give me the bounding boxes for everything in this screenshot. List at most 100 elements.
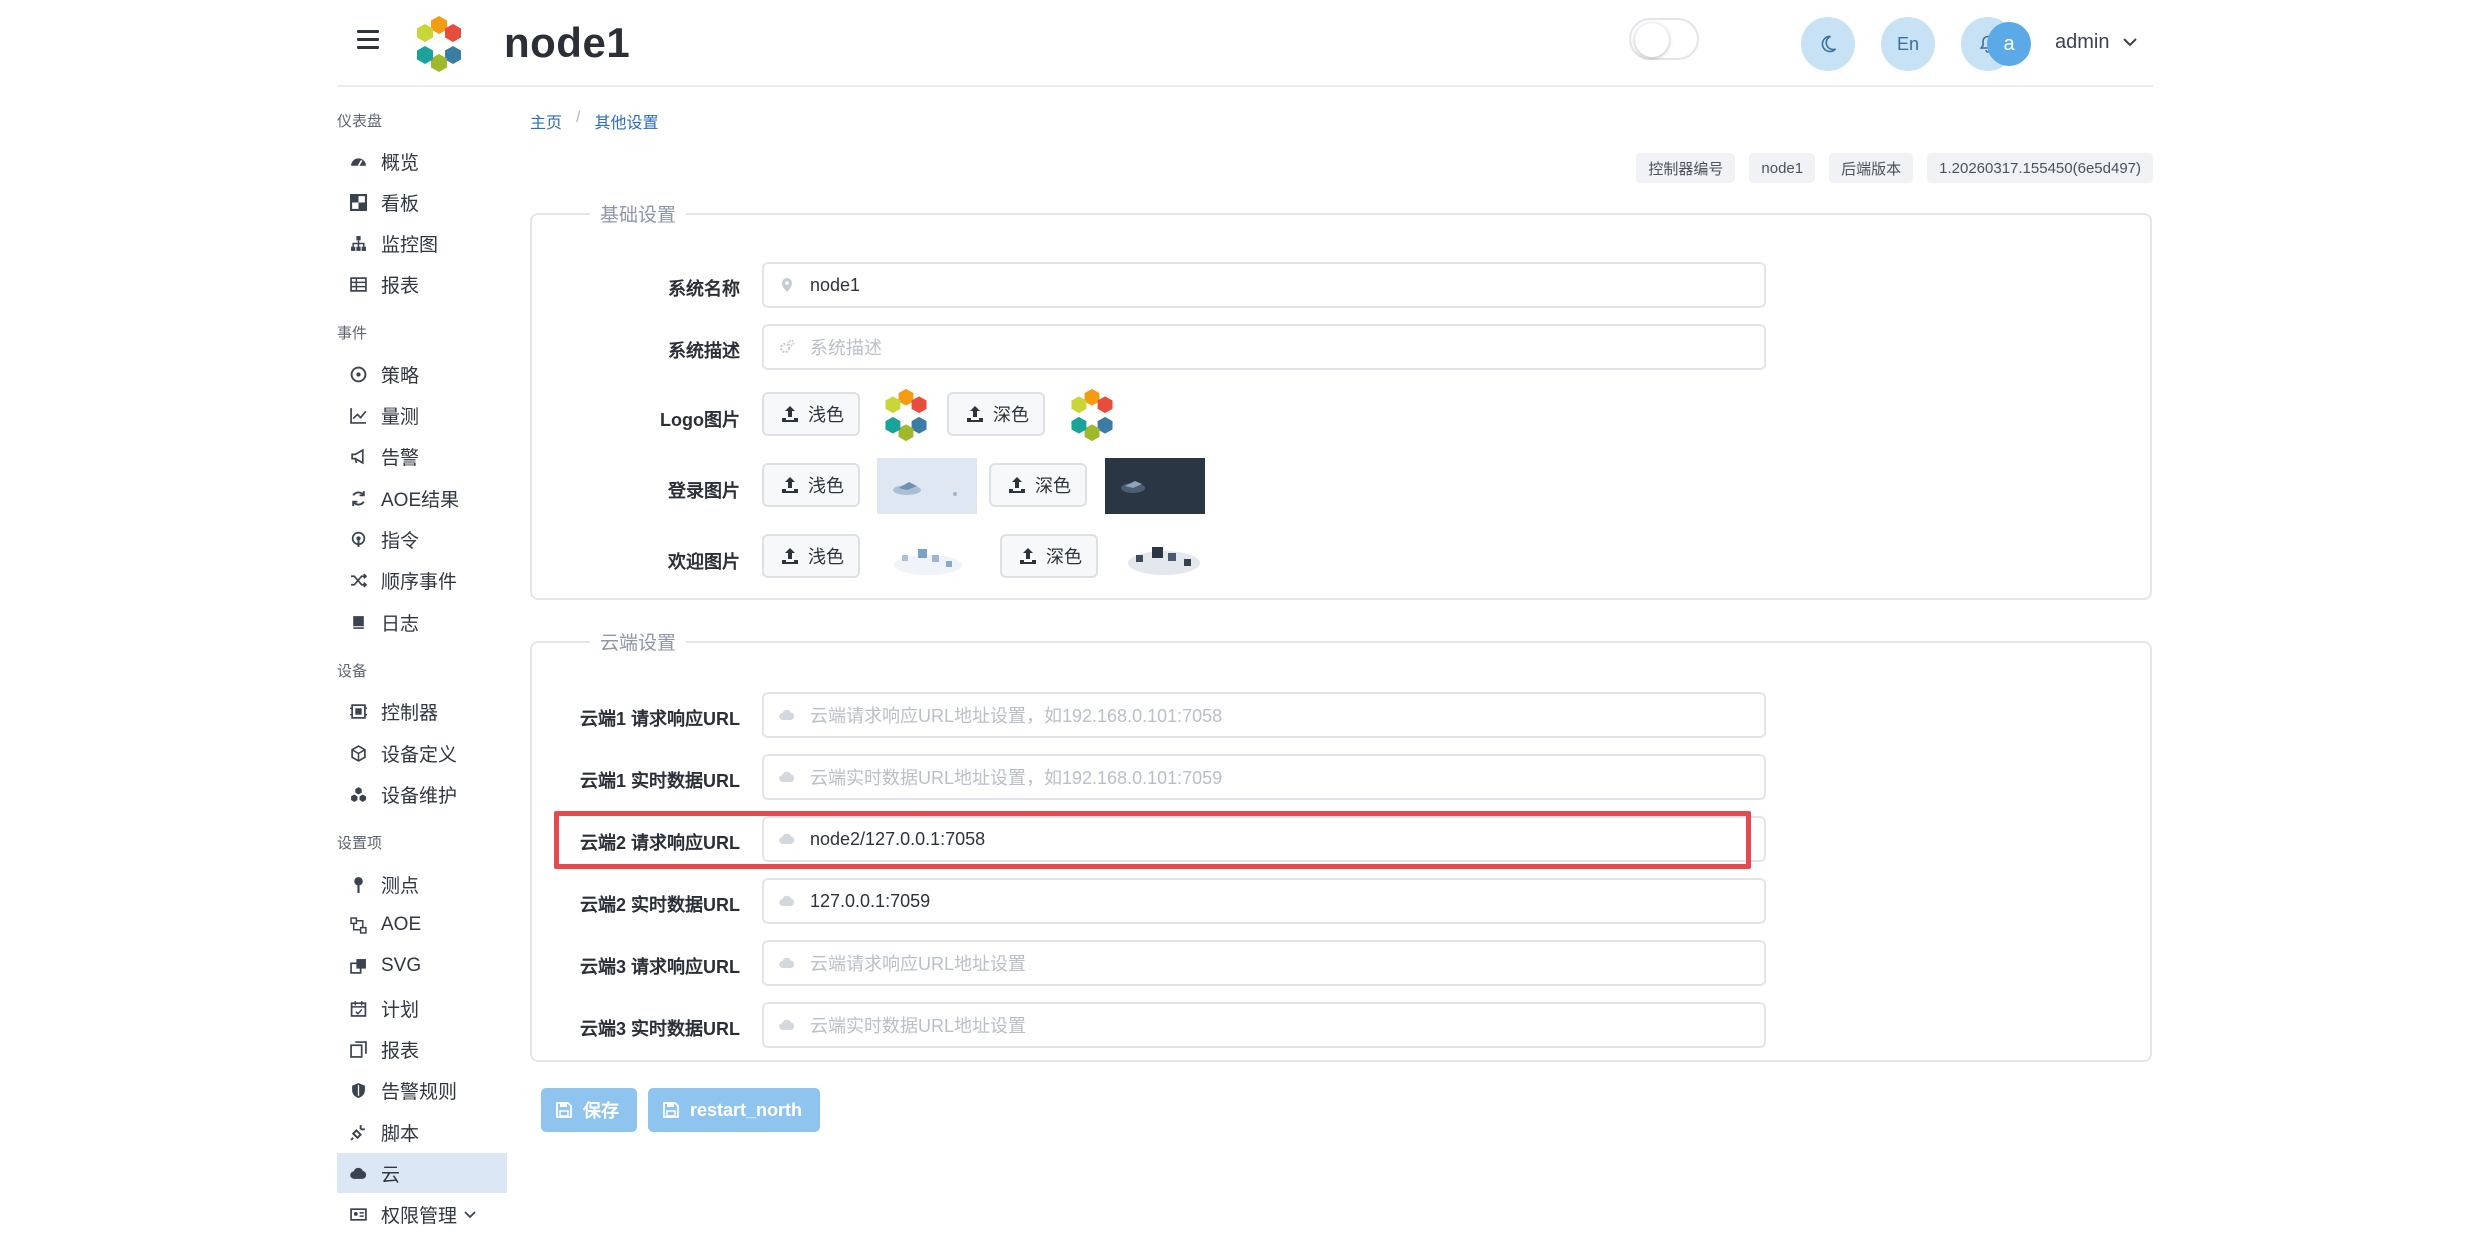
upload-icon [782, 406, 798, 422]
sidebar-item-plan[interactable]: 计划 [337, 988, 507, 1028]
sidebar-item-aoe[interactable]: AOE [337, 905, 507, 945]
login-dark-thumbnail[interactable] [1105, 458, 1205, 514]
sidebar-item-svg[interactable]: SVG [337, 946, 507, 986]
logo-dark-upload-button[interactable]: 深色 [947, 392, 1045, 436]
upload-icon [782, 477, 798, 493]
sidebar-item-alarm[interactable]: 告警 [337, 436, 507, 476]
login-dark-upload-button[interactable]: 深色 [989, 463, 1087, 507]
map-marker-icon [778, 276, 796, 294]
sidebar-item-label: 权限管理 [381, 1205, 458, 1227]
sidebar-item-report-settings[interactable]: 报表 [337, 1029, 507, 1069]
welcome-dark-thumbnail[interactable] [1122, 533, 1206, 583]
welcome-image-label: 欢迎图片 [668, 552, 740, 572]
system-name-value: node1 [810, 274, 861, 295]
theme-toggle[interactable] [1629, 18, 1699, 60]
welcome-dark-upload-button[interactable]: 深色 [1000, 534, 1098, 578]
sidebar-item-cloud[interactable]: 云 [337, 1153, 507, 1193]
cloud3-realtime-url-input[interactable]: 云端实时数据URL地址设置 [762, 1002, 1766, 1048]
sidebar-item-label: SVG [381, 955, 422, 976]
sidebar-item-report[interactable]: 报表 [337, 264, 507, 304]
welcome-light-upload-button[interactable]: 浅色 [762, 534, 860, 578]
id-card-icon [349, 1205, 367, 1223]
login-light-label: 浅色 [808, 476, 844, 496]
dashboard-icon [349, 152, 367, 170]
logo-dark-thumbnail[interactable] [1064, 387, 1120, 443]
logo-light-upload-button[interactable]: 浅色 [762, 392, 860, 436]
cloud-icon [778, 1016, 796, 1034]
hamburger-icon[interactable] [357, 30, 379, 50]
cloud-settings-legend: 云端设置 [590, 628, 687, 655]
sidebar-item-label: 看板 [381, 193, 420, 215]
save-icon [556, 1102, 572, 1118]
cloud1-request-url-input[interactable]: 云端请求响应URL地址设置，如192.168.0.101:7058 [762, 692, 1766, 738]
sidebar-item-script[interactable]: 脚本 [337, 1112, 507, 1152]
cloud1-realtime-url-placeholder: 云端实时数据URL地址设置，如192.168.0.101:7059 [810, 768, 1223, 788]
login-light-thumbnail[interactable] [877, 458, 977, 514]
sidebar-section-dashboard: 仪表盘 [337, 113, 383, 130]
system-desc-input[interactable]: 系统描述 [762, 324, 1766, 370]
controller-id-label: 控制器编号 [1636, 153, 1736, 183]
sidebar: 仪表盘 概览 看板 监控图 报表 事件 策略 量测 告警 AOE结果 指令 顺序… [337, 88, 507, 1242]
restart-north-button[interactable]: restart_north [648, 1088, 821, 1132]
login-light-upload-button[interactable]: 浅色 [762, 463, 860, 507]
sidebar-item-point[interactable]: 测点 [337, 864, 507, 904]
user-name[interactable]: admin [2055, 31, 2109, 54]
breadcrumb-home[interactable]: 主页 [530, 109, 562, 133]
cloud-icon [349, 1164, 367, 1182]
sidebar-item-log[interactable]: 日志 [337, 602, 507, 642]
sidebar-item-label: 设备维护 [381, 785, 458, 807]
sidebar-item-board[interactable]: 看板 [337, 182, 507, 222]
cloud3-request-url-input[interactable]: 云端请求响应URL地址设置 [762, 940, 1766, 986]
save-button[interactable]: 保存 [541, 1088, 637, 1132]
shield-icon [349, 1081, 367, 1099]
sidebar-item-device-maintenance[interactable]: 设备维护 [337, 774, 507, 814]
system-desc-label: 系统描述 [668, 341, 740, 361]
backend-version-value: 1.20260317.155450(6e5d497) [1927, 153, 2153, 183]
language-button[interactable]: En [1881, 17, 1935, 71]
sidebar-item-device-definition[interactable]: 设备定义 [337, 733, 507, 773]
sidebar-item-sequence-event[interactable]: 顺序事件 [337, 560, 507, 600]
system-name-input[interactable]: node1 [762, 262, 1766, 308]
cloud1-realtime-url-input[interactable]: 云端实时数据URL地址设置，如192.168.0.101:7059 [762, 754, 1766, 800]
logo-light-thumbnail[interactable] [878, 387, 934, 443]
sidebar-section-devices: 设备 [337, 663, 368, 680]
app-logo [417, 16, 461, 72]
logo-light-label: 浅色 [808, 405, 844, 425]
system-name-label: 系统名称 [668, 279, 740, 299]
sidebar-item-strategy[interactable]: 策略 [337, 354, 507, 394]
sidebar-item-label: 脚本 [381, 1123, 420, 1145]
cloud3-request-url-label: 云端3 请求响应URL [579, 957, 740, 977]
broadcast-icon [349, 530, 367, 548]
sidebar-item-alarm-rules[interactable]: 告警规则 [337, 1070, 507, 1110]
top-header: node1 En a admin [337, 0, 2153, 87]
sidebar-item-aoe-result[interactable]: AOE结果 [337, 478, 507, 518]
sidebar-item-label: 顺序事件 [381, 571, 458, 593]
save-button-label: 保存 [583, 1101, 619, 1121]
chart-line-icon [349, 406, 367, 424]
upload-icon [967, 406, 983, 422]
controller-id-value: node1 [1749, 153, 1816, 183]
cube-icon [349, 744, 367, 762]
sidebar-item-permissions[interactable]: 权限管理 [337, 1194, 507, 1234]
dark-mode-button[interactable] [1801, 17, 1855, 71]
sidebar-item-monitor[interactable]: 监控图 [337, 223, 507, 263]
gears-icon [778, 338, 796, 356]
login-image-label: 登录图片 [668, 481, 740, 501]
cloud2-realtime-url-input[interactable]: 127.0.0.1:7059 [762, 878, 1766, 924]
sidebar-item-controller[interactable]: 控制器 [337, 691, 507, 731]
sidebar-item-command[interactable]: 指令 [337, 519, 507, 559]
cloud2-realtime-url-label: 云端2 实时数据URL [579, 895, 740, 915]
cloud1-realtime-url-label: 云端1 实时数据URL [579, 771, 740, 791]
sidebar-item-label: 计划 [381, 999, 420, 1021]
user-avatar[interactable]: a [1987, 22, 2031, 66]
welcome-dark-label: 深色 [1046, 547, 1082, 567]
breadcrumb-current[interactable]: 其他设置 [594, 109, 658, 133]
chevron-down-icon[interactable] [2122, 34, 2138, 50]
logo-image-label: Logo图片 [660, 410, 740, 430]
sidebar-item-overview[interactable]: 概览 [337, 141, 507, 181]
book-icon [349, 613, 367, 631]
welcome-light-thumbnail[interactable] [888, 533, 968, 583]
network-icon [349, 916, 367, 934]
sidebar-item-measure[interactable]: 量测 [337, 395, 507, 435]
table-icon [349, 275, 367, 293]
